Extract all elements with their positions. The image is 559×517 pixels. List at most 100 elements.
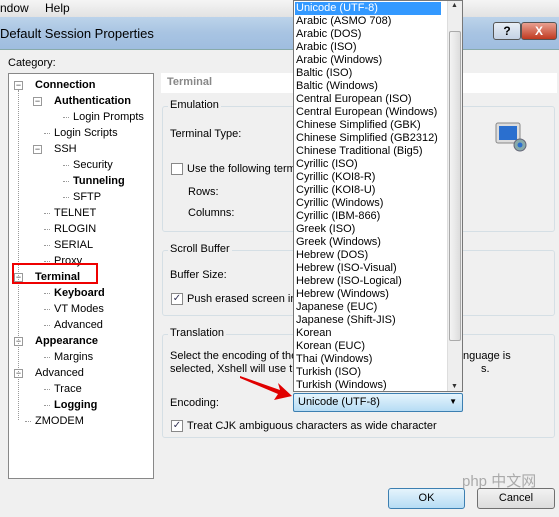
scrollbar-thumb[interactable] xyxy=(449,31,461,341)
tree-item[interactable]: Margins xyxy=(54,350,93,364)
encoding-option[interactable]: Chinese Traditional (Big5) xyxy=(295,145,441,158)
encoding-dropdown-list[interactable]: Unicode (UTF-8) Arabic (ASMO 708) Arabic (… xyxy=(293,0,463,392)
columns-label: Columns: xyxy=(188,207,235,219)
encoding-option[interactable]: Arabic (ASMO 708) xyxy=(295,15,441,28)
ok-button[interactable]: OK xyxy=(388,488,465,509)
tree-item[interactable]: Login Scripts xyxy=(54,126,118,140)
encoding-option[interactable]: Hebrew (ISO-Visual) xyxy=(295,262,441,275)
encoding-option[interactable]: Arabic (ISO) xyxy=(295,41,441,54)
tree-connector xyxy=(44,357,50,358)
encoding-option[interactable]: Hebrew (ISO-Logical) xyxy=(295,275,441,288)
tree-item[interactable]: TELNET xyxy=(54,206,96,220)
tree-connector xyxy=(63,197,69,198)
encoding-option[interactable]: Chinese Simplified (GBK) xyxy=(295,119,441,132)
emulation-title: Emulation xyxy=(168,99,221,111)
menu-bar: ndow Help xyxy=(0,0,559,17)
tree-connector xyxy=(44,261,50,262)
encoding-option[interactable]: Hebrew (Windows) xyxy=(295,288,441,301)
tree-connector xyxy=(63,165,69,166)
tree-connector xyxy=(44,133,50,134)
scrollbar[interactable]: ▲ ▼ xyxy=(447,1,462,391)
encoding-option[interactable]: Thai (Windows) xyxy=(295,353,441,366)
encoding-option[interactable]: Unicode (UTF-8) xyxy=(295,2,441,15)
close-button[interactable]: X xyxy=(521,22,557,40)
buffer-size-label: Buffer Size: xyxy=(170,269,227,281)
tree-item[interactable]: Authentication xyxy=(54,94,131,108)
help-button[interactable]: ? xyxy=(493,22,521,40)
tree-item[interactable]: SFTP xyxy=(73,190,101,204)
collapse-icon[interactable]: − xyxy=(33,145,42,154)
category-label: Category: xyxy=(8,57,56,69)
tree-item[interactable]: ZMODEM xyxy=(35,414,84,428)
tree-connector xyxy=(25,421,31,422)
encoding-option[interactable]: Greek (ISO) xyxy=(295,223,441,236)
encoding-option[interactable]: Japanese (Shift-JIS) xyxy=(295,314,441,327)
tree-connector xyxy=(44,309,50,310)
encoding-option[interactable]: Central European (ISO) xyxy=(295,93,441,106)
rows-label: Rows: xyxy=(188,186,219,198)
red-arrow-icon xyxy=(240,376,292,400)
tree-item[interactable]: Logging xyxy=(54,398,97,412)
encoding-option[interactable]: Hebrew (DOS) xyxy=(295,249,441,262)
encoding-option[interactable]: Turkish (ISO) xyxy=(295,366,441,379)
window-title: Default Session Properties xyxy=(0,26,154,41)
encoding-option[interactable]: Cyrillic (KOI8-R) xyxy=(295,171,441,184)
chevron-down-icon: ▼ xyxy=(449,397,457,406)
tree-item[interactable]: SSH xyxy=(54,142,77,156)
tree-item[interactable]: Connection xyxy=(35,78,96,92)
use-following-label: Use the following term xyxy=(187,163,296,175)
menu-window[interactable]: ndow xyxy=(0,1,29,15)
encoding-option[interactable]: Arabic (Windows) xyxy=(295,54,441,67)
tree-item[interactable]: Advanced xyxy=(35,366,84,380)
encoding-value: Unicode (UTF-8) xyxy=(298,396,380,408)
use-following-checkbox[interactable] xyxy=(171,163,183,175)
encoding-option[interactable]: Korean xyxy=(295,327,441,340)
encoding-option[interactable]: Arabic (DOS) xyxy=(295,28,441,41)
tree-item[interactable]: Login Prompts xyxy=(73,110,144,124)
tree-item[interactable]: Tunneling xyxy=(73,174,125,188)
encoding-option[interactable]: Cyrillic (KOI8-U) xyxy=(295,184,441,197)
encoding-option[interactable]: Korean (EUC) xyxy=(295,340,441,353)
collapse-icon[interactable]: − xyxy=(33,97,42,106)
cjk-label: Treat CJK ambiguous characters as wide c… xyxy=(187,420,437,432)
scroll-up-icon[interactable]: ▲ xyxy=(451,2,458,9)
scroll-down-icon[interactable]: ▼ xyxy=(451,383,458,390)
encoding-option[interactable]: Cyrillic (ISO) xyxy=(295,158,441,171)
tree-item[interactable]: Trace xyxy=(54,382,82,396)
tree-connector xyxy=(44,325,50,326)
tree-item[interactable]: Appearance xyxy=(35,334,98,348)
menu-help[interactable]: Help xyxy=(45,1,70,15)
tree-item[interactable]: Security xyxy=(73,158,113,172)
encoding-option[interactable]: Chinese Simplified (GB2312) xyxy=(295,132,441,145)
translation-desc-1-tail: nguage is xyxy=(463,350,511,362)
tree-connector xyxy=(44,405,50,406)
tree-connector xyxy=(44,293,50,294)
cancel-button[interactable]: Cancel xyxy=(477,488,555,509)
encoding-option[interactable]: Baltic (ISO) xyxy=(295,67,441,80)
push-erased-checkbox[interactable]: ✓ xyxy=(171,293,183,305)
encoding-option[interactable]: Japanese (EUC) xyxy=(295,301,441,314)
encoding-option[interactable]: Turkish (Windows) xyxy=(295,379,441,392)
tree-item[interactable]: Advanced xyxy=(54,318,103,332)
tree-item[interactable]: SERIAL xyxy=(54,238,93,252)
encoding-select[interactable]: Unicode (UTF-8) ▼ xyxy=(293,393,463,412)
tree-connector xyxy=(44,245,50,246)
encoding-option[interactable]: Greek (Windows) xyxy=(295,236,441,249)
tree-connector xyxy=(44,389,50,390)
cjk-checkbox[interactable]: ✓ xyxy=(171,420,183,432)
encoding-option[interactable]: Cyrillic (Windows) xyxy=(295,197,441,210)
terminal-type-label: Terminal Type: xyxy=(170,128,242,140)
encoding-option[interactable]: Cyrillic (IBM-866) xyxy=(295,210,441,223)
tree-item[interactable]: RLOGIN xyxy=(54,222,96,236)
tree-connector xyxy=(63,117,69,118)
push-erased-label: Push erased screen int xyxy=(187,293,300,305)
tree-item[interactable]: Keyboard xyxy=(54,286,105,300)
terminal-monitor-icon xyxy=(495,122,527,152)
translation-desc-2-tail: s. xyxy=(481,363,490,375)
encoding-option[interactable]: Baltic (Windows) xyxy=(295,80,441,93)
translation-title: Translation xyxy=(168,327,227,339)
collapse-icon[interactable]: − xyxy=(14,81,23,90)
encoding-option[interactable]: Central European (Windows) xyxy=(295,106,441,119)
tree-item[interactable]: VT Modes xyxy=(54,302,104,316)
translation-desc-1: Select the encoding of the xyxy=(170,350,298,362)
